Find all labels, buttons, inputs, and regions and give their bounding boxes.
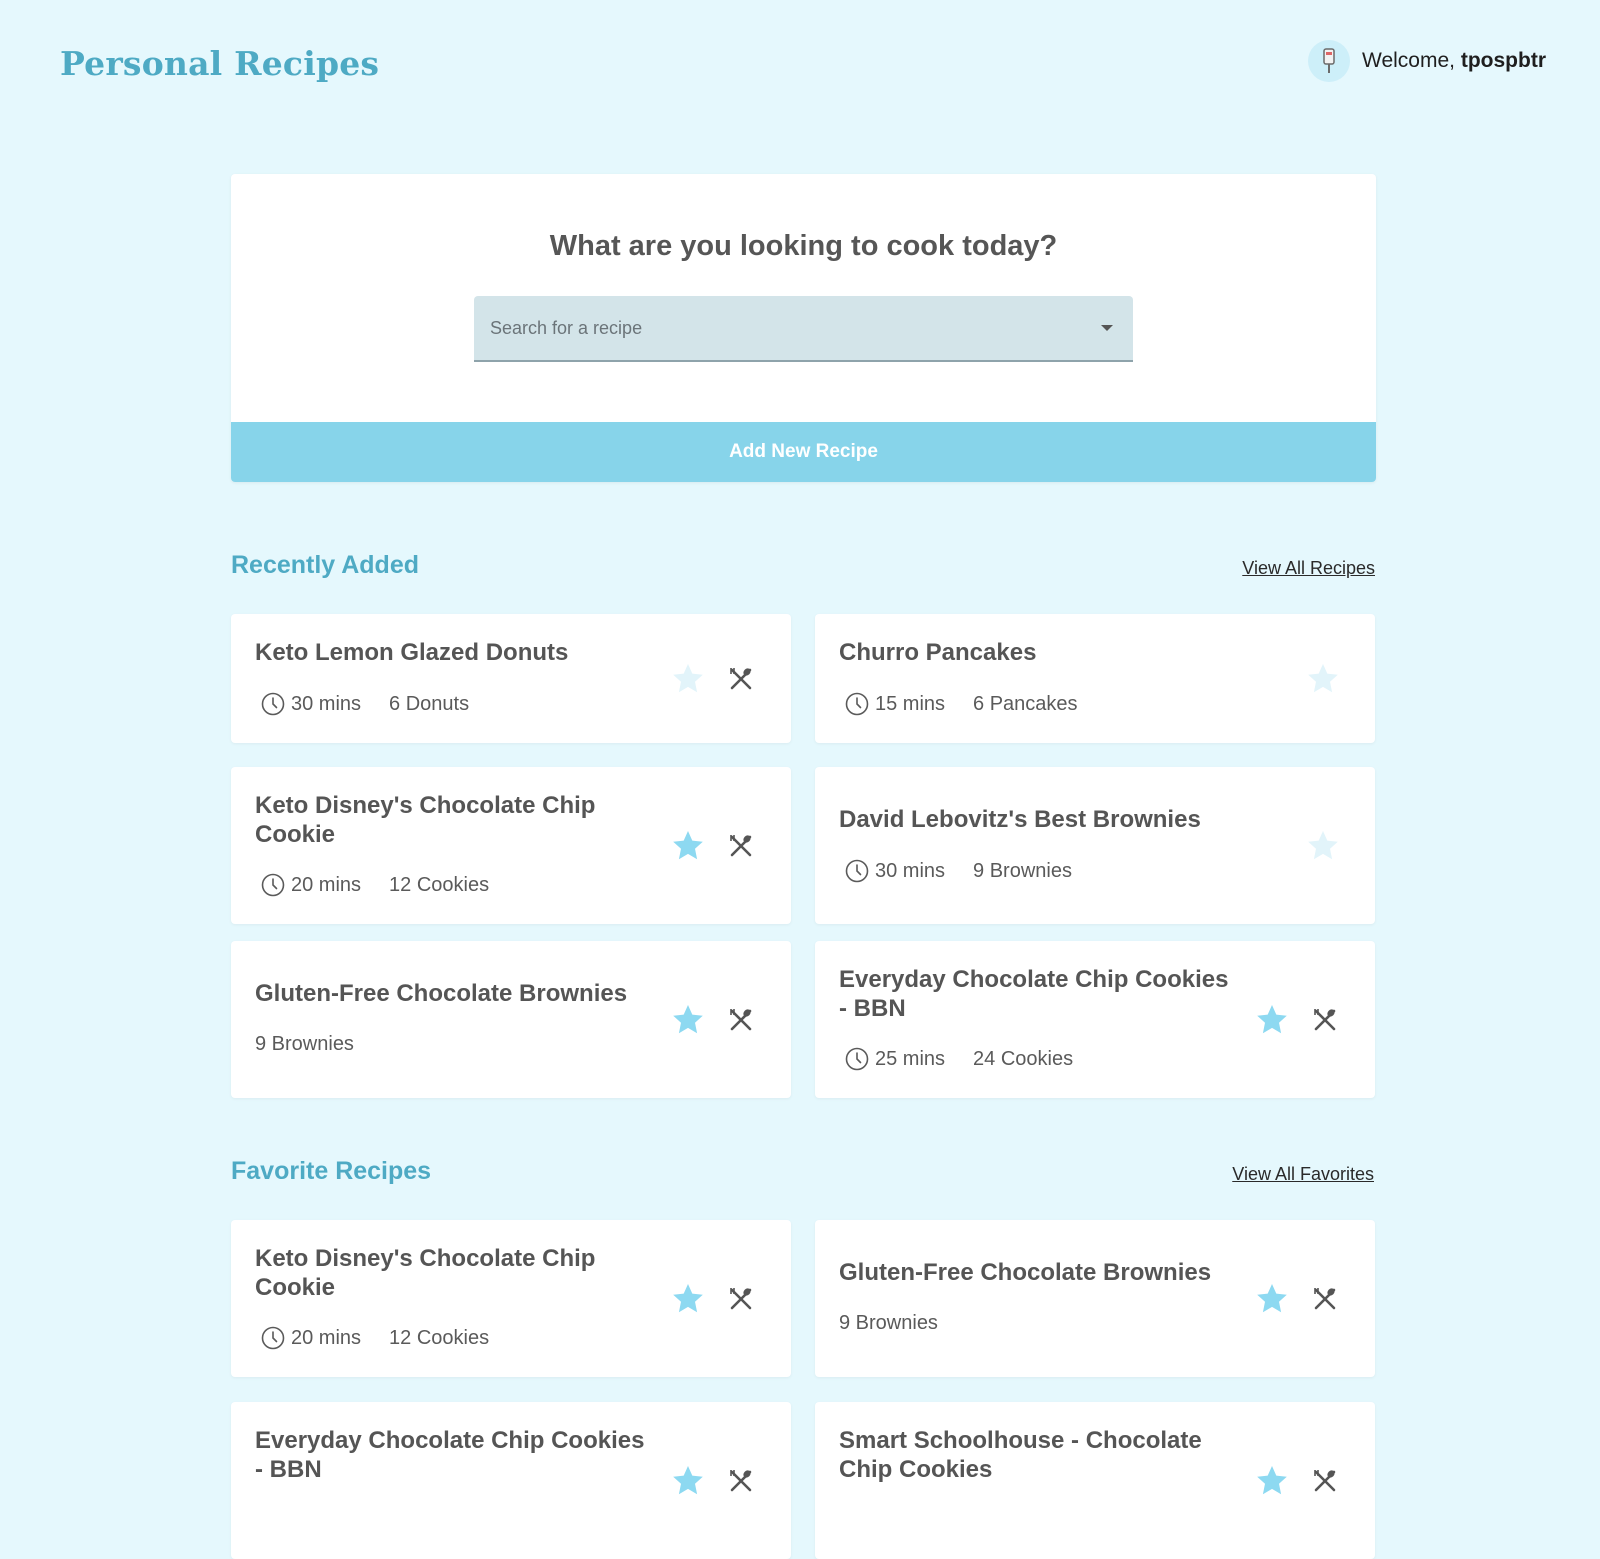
recipe-card[interactable]: Churro Pancakes 15 mins 6 Pancakes: [815, 614, 1375, 743]
username: tpospbtr: [1460, 49, 1546, 72]
recipe-title[interactable]: Smart Schoolhouse - Chocolate Chip Cooki…: [839, 1426, 1239, 1484]
recipe-yield: 9 Brownies: [973, 859, 1072, 882]
recently-added-title: Recently Added: [231, 551, 420, 579]
recipe-card[interactable]: Keto Disney's Chocolate Chip Cookie 20 mi…: [231, 767, 791, 924]
welcome-message: Welcome, tpospbtr: [1362, 49, 1546, 73]
brand-logo[interactable]: Personal Recipes: [60, 44, 379, 83]
star-icon[interactable]: [671, 662, 705, 696]
recipe-time: 30 mins: [291, 692, 362, 715]
recipe-time: 20 mins: [291, 873, 362, 896]
star-icon[interactable]: [1306, 829, 1340, 863]
utensils-icon[interactable]: [1311, 1006, 1339, 1034]
clock-icon: [261, 1326, 285, 1350]
recipe-card[interactable]: Keto Lemon Glazed Donuts 30 mins 6 Donuts: [231, 614, 791, 743]
recipe-card[interactable]: Everyday Chocolate Chip Cookies - BBN 25 …: [815, 941, 1375, 1098]
recipe-yield: 6 Donuts: [389, 692, 470, 715]
top-bar: Personal Recipes Welcome, tpospbtr: [0, 0, 1600, 130]
recipe-card[interactable]: David Lebovitz's Best Brownies 30 mins 9 B…: [815, 767, 1375, 924]
recipe-meta: 20 mins 12 Cookies: [255, 873, 489, 897]
clock-icon: [261, 692, 285, 716]
recipe-yield: 9 Brownies: [839, 1312, 938, 1334]
recipe-title[interactable]: Gluten-Free Chocolate Brownies: [255, 979, 655, 1008]
utensils-icon[interactable]: [727, 832, 755, 860]
view-all-favorites-link[interactable]: View All Favorites: [1232, 1164, 1374, 1185]
recipe-title[interactable]: Keto Lemon Glazed Donuts: [255, 638, 655, 667]
star-icon[interactable]: [671, 829, 705, 863]
recipe-search-select[interactable]: Search for a recipe: [474, 296, 1133, 362]
recipe-yield: 24 Cookies: [973, 1047, 1074, 1070]
utensils-icon[interactable]: [727, 1467, 755, 1495]
recipe-card[interactable]: Gluten-Free Chocolate Brownies 9 Brownies: [231, 941, 791, 1098]
avatar-icon[interactable]: [1308, 40, 1351, 82]
favorite-recipes-title: Favorite Recipes: [231, 1157, 432, 1185]
recipe-card[interactable]: Smart Schoolhouse - Chocolate Chip Cooki…: [815, 1402, 1375, 1559]
recipe-time: 15 mins: [875, 692, 946, 715]
utensils-icon[interactable]: [727, 665, 755, 693]
search-panel: What are you looking to cook today? Sear…: [231, 174, 1376, 482]
recipe-card[interactable]: Keto Disney's Chocolate Chip Cookie 20 mi…: [231, 1220, 791, 1377]
recipe-meta: 30 mins 6 Donuts: [255, 692, 469, 716]
recipe-yield: 9 Brownies: [255, 1033, 354, 1055]
recipe-yield: 12 Cookies: [389, 873, 490, 896]
chevron-down-icon[interactable]: [1101, 325, 1113, 331]
search-heading: What are you looking to cook today?: [549, 230, 1058, 262]
star-icon[interactable]: [1255, 1003, 1289, 1037]
recipe-title[interactable]: Churro Pancakes: [839, 638, 1239, 667]
utensils-icon[interactable]: [1311, 1285, 1339, 1313]
clock-icon: [845, 692, 869, 716]
add-new-recipe-button[interactable]: Add New Recipe: [231, 422, 1376, 482]
search-placeholder: Search for a recipe: [490, 317, 643, 338]
recipe-meta: 15 mins 6 Pancakes: [839, 692, 1078, 716]
utensils-icon[interactable]: [1311, 1467, 1339, 1495]
clock-icon: [845, 1047, 869, 1071]
recipe-meta: 20 mins 12 Cookies: [255, 1326, 489, 1350]
clock-icon: [261, 873, 285, 897]
utensils-icon[interactable]: [727, 1285, 755, 1313]
recipe-meta: 9 Brownies: [839, 1312, 938, 1335]
view-all-recipes-link[interactable]: View All Recipes: [1242, 558, 1375, 579]
recipe-time: 30 mins: [875, 859, 946, 882]
recipe-title[interactable]: Everyday Chocolate Chip Cookies - BBN: [255, 1426, 655, 1484]
star-icon[interactable]: [1255, 1282, 1289, 1316]
recipe-time: 25 mins: [875, 1047, 946, 1070]
star-icon[interactable]: [671, 1282, 705, 1316]
star-icon[interactable]: [671, 1003, 705, 1037]
recipe-title[interactable]: David Lebovitz's Best Brownies: [839, 805, 1239, 834]
recipe-meta: 30 mins 9 Brownies: [839, 859, 1072, 883]
utensils-icon[interactable]: [727, 1006, 755, 1034]
recipe-yield: 6 Pancakes: [973, 692, 1078, 715]
clock-icon: [845, 859, 869, 883]
recipe-card[interactable]: Gluten-Free Chocolate Brownies 9 Brownies: [815, 1220, 1375, 1377]
star-icon[interactable]: [1255, 1464, 1289, 1498]
recipe-card[interactable]: Everyday Chocolate Chip Cookies - BBN: [231, 1402, 791, 1559]
recipe-title[interactable]: Keto Disney's Chocolate Chip Cookie: [255, 1244, 655, 1302]
recipe-title[interactable]: Keto Disney's Chocolate Chip Cookie: [255, 791, 655, 849]
recipe-yield: 12 Cookies: [389, 1326, 490, 1349]
star-icon[interactable]: [1306, 662, 1340, 696]
user-menu[interactable]: Welcome, tpospbtr: [1308, 40, 1546, 82]
welcome-prefix: Welcome,: [1362, 49, 1455, 72]
star-icon[interactable]: [671, 1464, 705, 1498]
recipe-meta: 9 Brownies: [255, 1033, 354, 1056]
recipe-title[interactable]: Gluten-Free Chocolate Brownies: [839, 1258, 1239, 1287]
recipe-meta: 25 mins 24 Cookies: [839, 1047, 1073, 1071]
recipe-time: 20 mins: [291, 1326, 362, 1349]
recipe-title[interactable]: Everyday Chocolate Chip Cookies - BBN: [839, 965, 1239, 1023]
